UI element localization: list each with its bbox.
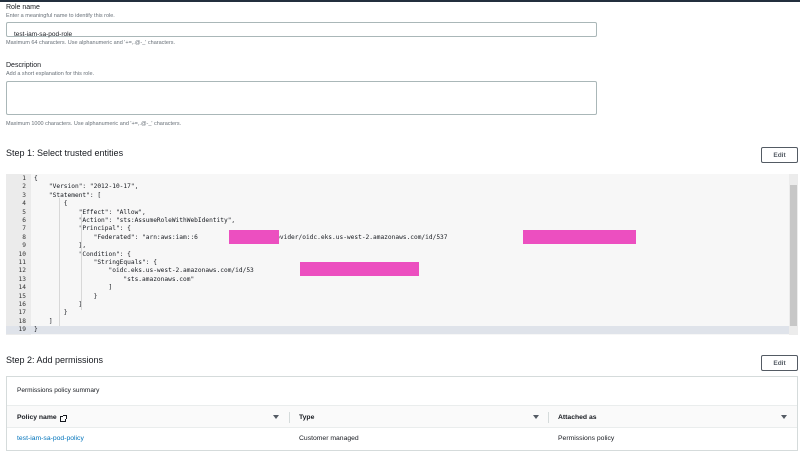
code-text: "Version": "2012-10-17", [34,183,139,191]
code-text: } [34,309,68,317]
policy-attached-cell: Permissions policy [558,435,615,442]
code-text: "Principal": { [34,225,131,233]
column-header-attached-as[interactable]: Attached as [558,406,597,429]
step2-edit-button[interactable]: Edit [761,355,798,371]
line-number: 9 [22,242,26,250]
code-line[interactable]: 10 "Condition": { [6,251,798,259]
description-hint: Add a short explanation for this role. [6,71,95,77]
permissions-summary-panel: Permissions policy summary Policy name T… [6,376,798,451]
step1-edit-button[interactable]: Edit [761,147,798,163]
column-header-type[interactable]: Type [299,406,314,429]
policy-name-link[interactable]: test-iam-sa-pod-policy [17,435,84,442]
top-bar [0,0,800,2]
description-label: Description [6,62,42,69]
line-number: 7 [22,225,26,233]
permissions-table-header: Policy name Type Attached as [7,405,797,428]
code-text: "Action": "sts:AssumeRoleWithWebIdentity… [34,217,236,224]
role-name-label: Role name [6,4,40,11]
editor-scrollbar-thumb[interactable] [790,185,797,326]
code-line[interactable]: 3 "Statement": [ [6,192,798,200]
step1-title: Step 1: Select trusted entities [6,148,124,158]
column-divider [548,412,549,423]
line-number: 13 [18,275,26,283]
column-header-label: Attached as [558,414,597,421]
code-line[interactable]: 13 "sts.amazonaws.com" [6,276,798,284]
line-number: 12 [18,267,26,275]
line-number: 4 [22,200,26,208]
policy-type-cell: Customer managed [299,435,359,442]
sort-down-icon[interactable] [273,415,279,419]
line-number: 8 [22,233,26,241]
code-line[interactable]: 9 }, [6,242,798,250]
line-number: 5 [22,208,26,216]
line-number: 6 [22,217,26,224]
description-constraint: Maximum 1000 characters. Use alphanumeri… [6,121,182,127]
column-header-label: Type [299,414,315,421]
line-number: 16 [18,301,26,308]
description-textarea[interactable] [7,82,596,114]
code-text: } [34,326,38,334]
code-text: "Effect": "Allow", [34,208,146,216]
line-number: 2 [22,183,26,191]
permissions-summary-title: Permissions policy summary [17,387,100,394]
code-text: ] [34,284,113,292]
code-line[interactable]: 19} [6,326,798,335]
line-number: 17 [18,309,26,317]
code-line[interactable]: 18 ] [6,318,798,326]
code-line[interactable]: 1{ [6,175,798,183]
line-number: 15 [18,292,26,300]
role-name-field-box[interactable] [6,22,597,41]
code-line[interactable]: 2 "Version": "2012-10-17", [6,183,798,191]
column-divider [289,412,290,423]
code-line[interactable]: 7 "Principal": { [6,225,798,233]
code-text: "StringEquals": { [34,259,157,266]
code-text: ] [34,317,53,325]
code-text: } [34,292,98,300]
code-line[interactable]: 6 "Action": "sts:AssumeRoleWithWebIdenti… [6,217,798,225]
code-text: "Statement": [ [34,191,102,199]
code-line[interactable]: 4 { [6,200,798,208]
line-number: 18 [18,317,26,325]
line-number: 14 [18,284,26,292]
redaction-mark [300,262,419,276]
trust-policy-editor[interactable]: 1{2 "Version": "2012-10-17", 3 "Statement… [6,174,798,335]
step2-title: Step 2: Add permissions [6,355,104,365]
column-header-policy-name[interactable]: Policy name [17,406,67,429]
line-number: 10 [18,250,26,258]
role-name-hint: Enter a meaningful name to identify this… [6,13,115,19]
code-line[interactable]: 8 "Federated": "arn:aws:iam::6 2:oidc-pr… [6,234,798,242]
role-name-constraint: Maximum 64 characters. Use alphanumeric … [6,40,176,46]
code-text: { [34,175,38,182]
line-number: 1 [22,175,26,182]
code-line[interactable]: 17 } [6,309,798,317]
line-number: 11 [18,259,26,266]
column-header-label: Policy name [17,414,57,421]
code-line[interactable]: 14 ] [6,284,798,292]
sort-down-icon[interactable] [533,415,539,419]
indent-guide [59,198,60,326]
code-line[interactable]: 5 "Effect": "Allow", [6,209,798,217]
code-line[interactable]: 16 } [6,301,798,309]
indent-guide [81,214,82,310]
line-number: 3 [22,191,26,199]
code-line[interactable]: 15 } [6,293,798,301]
code-text: "Condition": { [34,250,131,258]
code-text: }, [34,242,87,250]
description-field-box[interactable] [6,81,597,115]
redaction-mark [229,230,279,244]
sort-down-icon[interactable] [781,415,787,419]
code-text: { [34,200,68,208]
line-number: 19 [18,326,26,334]
external-link-icon [59,414,67,422]
redaction-mark [523,230,636,244]
code-text: "Federated": "arn:aws:iam::6 2:oidc-prov… [34,233,552,241]
